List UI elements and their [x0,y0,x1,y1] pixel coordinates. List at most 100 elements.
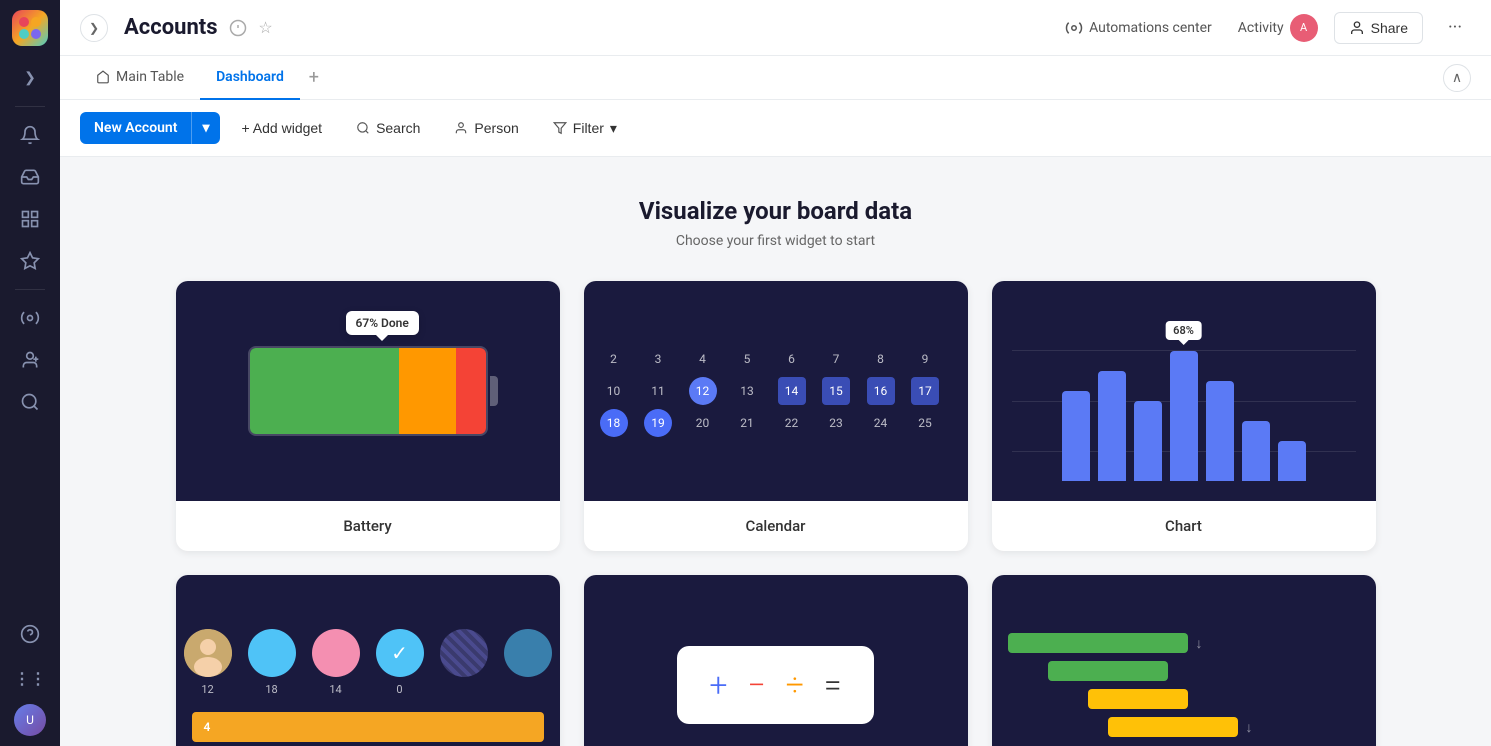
add-widget-button[interactable]: + Add widget [230,113,335,143]
workload-avatars: 12 18 14 [192,629,544,696]
favorites-icon[interactable] [12,243,48,279]
new-account-main[interactable]: New Account [80,112,191,144]
workload-widget[interactable]: 12 18 14 [176,575,560,746]
tab-main-table[interactable]: Main Table [80,56,200,100]
app-logo[interactable] [12,10,48,46]
workload-count-4: 0 [396,683,402,696]
new-account-button[interactable]: New Account ▾ [80,112,220,144]
help-icon[interactable] [12,616,48,652]
cal-day-12: 12 [689,377,717,405]
inbox-icon[interactable] [12,159,48,195]
plus-icon: + [709,666,727,704]
chart-bar-6-wrap [1242,421,1270,481]
chart-bar-3-wrap [1134,401,1162,481]
favorite-star-icon[interactable]: ☆ [254,16,278,40]
info-icon[interactable] [226,16,250,40]
hero-title: Visualize your board data [90,197,1461,225]
calendar-container: 2 3 4 5 6 7 8 9 10 11 12 13 [584,329,968,453]
cal-day-3: 3 [644,345,672,373]
automations-center-button[interactable]: Automations center [1055,13,1222,43]
hero-text: Visualize your board data Choose your fi… [90,197,1461,249]
cal-day-11: 11 [644,377,672,405]
person-filter-button[interactable]: Person [442,113,530,143]
tab-dashboard[interactable]: Dashboard [200,56,300,100]
my-work-icon[interactable] [12,201,48,237]
toolbar: New Account ▾ + Add widget Search Person [60,100,1491,157]
chart-bar-4 [1170,351,1198,481]
cal-day-17: 17 [911,377,939,405]
calendar-preview: 2 3 4 5 6 7 8 9 10 11 12 13 [584,281,968,501]
more-options-button[interactable]: ··· [1439,12,1471,44]
cal-day-19: 19 [644,409,672,437]
gantt-widget[interactable]: ↓ ↓ [992,575,1376,746]
activity-avatar: A [1290,14,1318,42]
battery-red-segment [456,348,486,434]
tabbar: Main Table Dashboard + ∧ [60,56,1491,100]
tab-main-table-label: Main Table [116,69,184,85]
workload-person-5 [440,629,488,696]
topbar-actions: Automations center Activity A Share ··· [1055,12,1471,44]
divide-icon: ÷ [786,666,804,704]
search-button[interactable]: Search [344,113,432,143]
battery-tooltip: 67% Done [346,311,419,335]
filter-label: Filter [573,120,604,136]
workload-avatar-6 [504,629,552,677]
content-area: Visualize your board data Choose your fi… [60,157,1491,746]
gantt-arrow-2: ↓ [1246,719,1253,736]
gantt-container: ↓ ↓ [992,575,1376,746]
apps-grid-icon[interactable]: ⋮⋮ [12,660,48,696]
cal-day-25: 25 [911,409,939,437]
workload-person-6 [504,629,552,696]
sidebar-divider-1 [15,106,45,107]
workload-person-4: ✓ 0 [376,629,424,696]
chart-bar-1-wrap [1062,391,1090,481]
numbers-widget[interactable]: + − ÷ = Numbers [584,575,968,746]
chart-bar-3 [1134,401,1162,481]
chart-preview: 68% [992,281,1376,501]
calendar-label: Calendar [584,501,968,551]
calendar-grid: 2 3 4 5 6 7 8 9 10 11 12 13 [600,345,952,437]
cal-day-15: 15 [822,377,850,405]
notifications-icon[interactable] [12,117,48,153]
share-label: Share [1371,20,1408,36]
topbar: ❯ Accounts ☆ Automations center Activity… [60,0,1491,56]
filter-button[interactable]: Filter ▾ [541,113,629,144]
search-label: Search [376,120,420,136]
tab-collapse-button[interactable]: ∧ [1443,64,1471,92]
cal-day-20: 20 [689,409,717,437]
sidebar-collapse-button[interactable]: ❯ [80,14,108,42]
cal-day-22: 22 [778,409,806,437]
gantt-arrow-1: ↓ [1196,635,1203,652]
battery-label: Battery [176,501,560,551]
add-tab-button[interactable]: + [300,64,328,92]
user-avatar[interactable]: U [14,704,46,736]
chart-bar-6 [1242,421,1270,481]
workload-avatar-3 [312,629,360,677]
battery-bar [248,346,488,436]
activity-button[interactable]: Activity A [1238,14,1318,42]
workload-bar: 4 [192,712,544,742]
global-search-icon[interactable] [12,384,48,420]
tab-dashboard-label: Dashboard [216,69,284,85]
activity-label: Activity [1238,20,1284,36]
gantt-bar-yellow-2 [1108,717,1238,737]
integrations-icon[interactable] [12,300,48,336]
invite-user-icon[interactable] [12,342,48,378]
chart-widget[interactable]: 68% Chart [992,281,1376,551]
battery-widget[interactable]: 67% Done Battery [176,281,560,551]
add-widget-label: + Add widget [242,120,323,136]
share-button[interactable]: Share [1334,12,1423,44]
gantt-bar-yellow-1 [1088,689,1188,709]
gantt-row-3 [1088,689,1360,709]
workload-person-3: 14 [312,629,360,696]
numbers-preview: + − ÷ = [584,575,968,746]
cal-day-7: 7 [822,345,850,373]
sidebar-bottom: ⋮⋮ U [12,616,48,736]
new-account-dropdown[interactable]: ▾ [191,112,219,144]
chart-bar-2-wrap [1098,371,1126,481]
calendar-widget[interactable]: 2 3 4 5 6 7 8 9 10 11 12 13 [584,281,968,551]
workload-preview: 12 18 14 [176,575,560,746]
chart-bar-1 [1062,391,1090,481]
chart-bar-7-wrap [1278,441,1306,481]
sidebar-collapse-btn[interactable]: ❯ [12,60,48,96]
